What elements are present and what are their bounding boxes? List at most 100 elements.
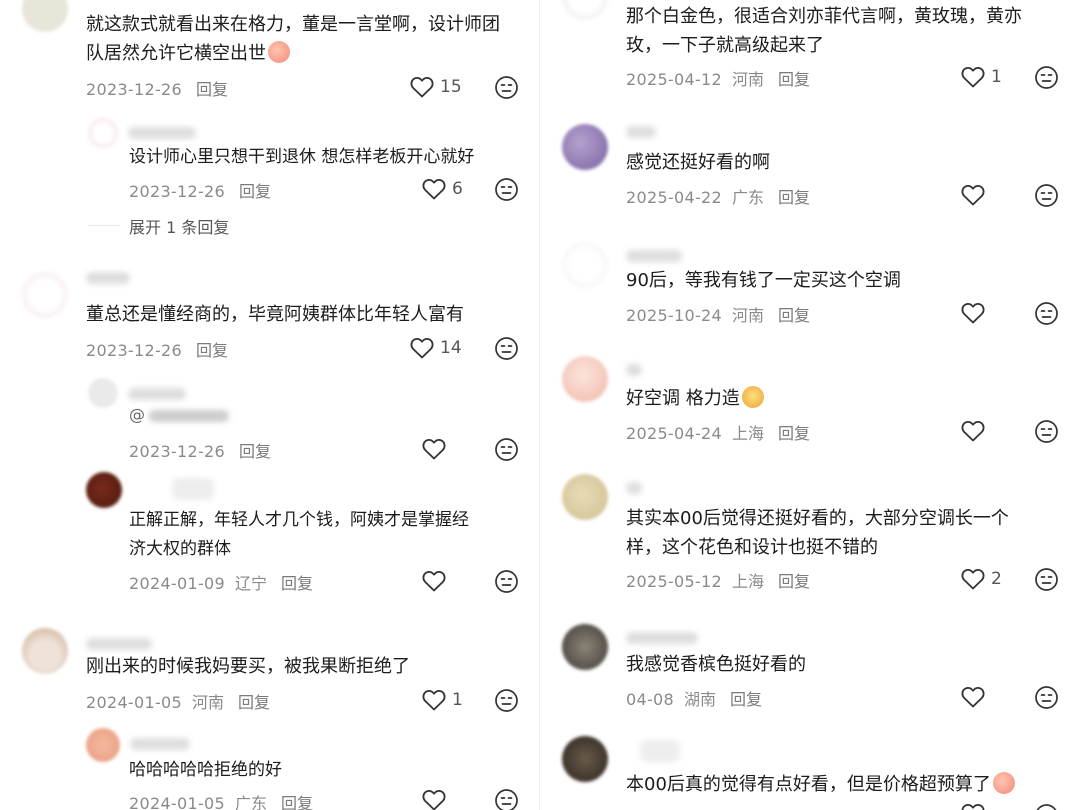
dislike-face-icon[interactable] bbox=[494, 437, 519, 462]
like-button[interactable]: 6 bbox=[422, 178, 463, 200]
avatar[interactable] bbox=[22, 628, 68, 674]
comment-text: 董总还是懂经商的，毕竟阿姨群体比年轻人富有 bbox=[86, 304, 464, 325]
heart-icon bbox=[961, 302, 985, 324]
comment-text: 我感觉香槟色挺好看的 bbox=[626, 654, 806, 675]
dislike-face-icon[interactable] bbox=[1034, 419, 1059, 444]
reply-button[interactable]: 回复 bbox=[778, 424, 810, 443]
dislike-face-icon[interactable] bbox=[1034, 183, 1059, 208]
comment-text: 90后，等我有钱了一定买这个空调 bbox=[626, 270, 901, 291]
comment-text: 那个白金色，很适合刘亦菲代言啊，黄玫瑰，黄亦 玫，一下子就高级起来了 bbox=[626, 6, 1022, 56]
mention-text: @ bbox=[129, 405, 229, 424]
username-blurred bbox=[130, 738, 190, 750]
avatar[interactable] bbox=[562, 474, 608, 520]
heart-icon bbox=[961, 66, 985, 88]
like-count: 2 bbox=[991, 569, 1002, 589]
comment-date: 2025-05-12 bbox=[626, 572, 722, 591]
like-button[interactable]: 1 bbox=[422, 689, 463, 711]
avatar[interactable] bbox=[562, 624, 608, 670]
avatar[interactable] bbox=[562, 124, 608, 170]
like-button[interactable] bbox=[961, 184, 985, 206]
reply-button[interactable]: 回复 bbox=[281, 574, 313, 593]
reply-button[interactable]: 回复 bbox=[239, 442, 271, 461]
dislike-face-icon[interactable] bbox=[1034, 301, 1059, 326]
reply-button[interactable]: 回复 bbox=[778, 572, 810, 591]
heart-icon bbox=[410, 76, 434, 98]
username-blurred bbox=[128, 388, 186, 400]
avatar[interactable] bbox=[562, 356, 608, 402]
dislike-face-icon[interactable] bbox=[494, 569, 519, 594]
heart-icon bbox=[422, 570, 446, 592]
reply-button[interactable]: 回复 bbox=[778, 188, 810, 207]
dislike-face-icon[interactable] bbox=[494, 788, 519, 810]
comment-text: 本00后真的觉得有点好看，但是价格超预算了 bbox=[626, 770, 1015, 799]
reply-button[interactable]: 回复 bbox=[281, 794, 313, 810]
username-blurred bbox=[172, 478, 214, 500]
reply-button[interactable]: 回复 bbox=[730, 690, 762, 709]
comment-meta: 2025-04-22 广东 回复 bbox=[626, 184, 810, 208]
avatar[interactable] bbox=[88, 118, 118, 148]
reply-button[interactable]: 回复 bbox=[196, 80, 228, 99]
dislike-face-icon[interactable] bbox=[494, 75, 519, 100]
avatar[interactable] bbox=[88, 378, 118, 408]
like-count: 15 bbox=[440, 77, 462, 97]
like-button[interactable]: 15 bbox=[410, 76, 462, 98]
avatar[interactable] bbox=[86, 472, 122, 508]
heart-icon bbox=[422, 178, 446, 200]
like-count: 14 bbox=[440, 338, 462, 358]
heart-icon bbox=[961, 420, 985, 442]
like-button[interactable] bbox=[422, 789, 446, 810]
comment-text: 其实本00后觉得还挺好看的，大部分空调长一个 样，这个花色和设计也挺不错的 bbox=[626, 508, 1009, 558]
comment-location: 河南 bbox=[731, 306, 764, 325]
dislike-face-icon[interactable] bbox=[494, 177, 519, 202]
comment-meta: 2025-05-12 上海 回复 bbox=[626, 568, 810, 592]
heart-icon bbox=[961, 568, 985, 590]
dislike-face-icon[interactable] bbox=[494, 688, 519, 713]
dislike-face-icon[interactable] bbox=[1034, 65, 1059, 90]
dislike-face-icon[interactable] bbox=[1034, 567, 1059, 592]
like-button[interactable] bbox=[961, 803, 985, 810]
reply-button[interactable]: 回复 bbox=[239, 182, 271, 201]
reply-button[interactable]: 回复 bbox=[238, 693, 270, 712]
avatar[interactable] bbox=[22, 272, 68, 318]
comment-location: 辽宁 bbox=[234, 574, 267, 593]
like-button[interactable] bbox=[961, 302, 985, 324]
comment-date: 2025-04-22 bbox=[626, 188, 722, 207]
comment-text: 就这款式就看出来在格力，董是一言堂啊，设计师团 队居然允许它横空出世 bbox=[86, 14, 500, 64]
comment-meta: 2025-04-24 上海 回复 bbox=[626, 420, 810, 444]
like-button[interactable] bbox=[961, 420, 985, 442]
comment-meta: 2023-12-26 回复 bbox=[129, 438, 271, 462]
like-count: 1 bbox=[452, 690, 463, 710]
like-button[interactable] bbox=[422, 438, 452, 460]
dislike-face-icon[interactable] bbox=[1034, 685, 1059, 710]
comment-meta: 2025-04-12 河南 回复 bbox=[626, 66, 810, 90]
comment-meta: 2023-12-26 回复 bbox=[86, 337, 228, 361]
heart-icon bbox=[422, 438, 446, 460]
like-button[interactable]: 1 bbox=[961, 66, 1002, 88]
reply-button[interactable]: 回复 bbox=[196, 341, 228, 360]
username-blurred bbox=[626, 364, 642, 376]
like-button[interactable] bbox=[422, 570, 452, 592]
avatar[interactable] bbox=[22, 0, 68, 32]
dislike-face-icon[interactable] bbox=[494, 336, 519, 361]
reply-button[interactable]: 回复 bbox=[778, 70, 810, 89]
dislike-face-icon[interactable] bbox=[1034, 803, 1059, 810]
avatar[interactable] bbox=[562, 0, 608, 20]
like-button[interactable] bbox=[961, 686, 985, 708]
comment-text: 刚出来的时候我妈要买，被我果断拒绝了 bbox=[86, 656, 410, 677]
like-button[interactable]: 14 bbox=[410, 337, 462, 359]
reply-button[interactable]: 回复 bbox=[778, 306, 810, 325]
username-blurred bbox=[626, 632, 698, 644]
avatar[interactable] bbox=[86, 728, 120, 762]
username-blurred bbox=[626, 250, 682, 262]
like-button[interactable]: 2 bbox=[961, 568, 1002, 590]
comment-date: 2025-04-24 bbox=[626, 424, 722, 443]
comment-date: 2023-12-26 bbox=[86, 80, 182, 99]
right-comment-column: 那个白金色，很适合刘亦菲代言啊，黄玫瑰，黄亦 玫，一下子就高级起来了 2025-… bbox=[540, 0, 1080, 810]
avatar[interactable] bbox=[562, 736, 608, 782]
like-count: 1 bbox=[991, 67, 1002, 87]
avatar[interactable] bbox=[562, 242, 608, 288]
comment-meta: 2024-01-05 河南 回复 bbox=[86, 689, 270, 713]
heart-icon bbox=[410, 337, 434, 359]
expand-replies-link[interactable]: 展开 1 条回复 bbox=[129, 214, 229, 238]
comment-meta: 2023-12-26 回复 bbox=[129, 178, 271, 202]
